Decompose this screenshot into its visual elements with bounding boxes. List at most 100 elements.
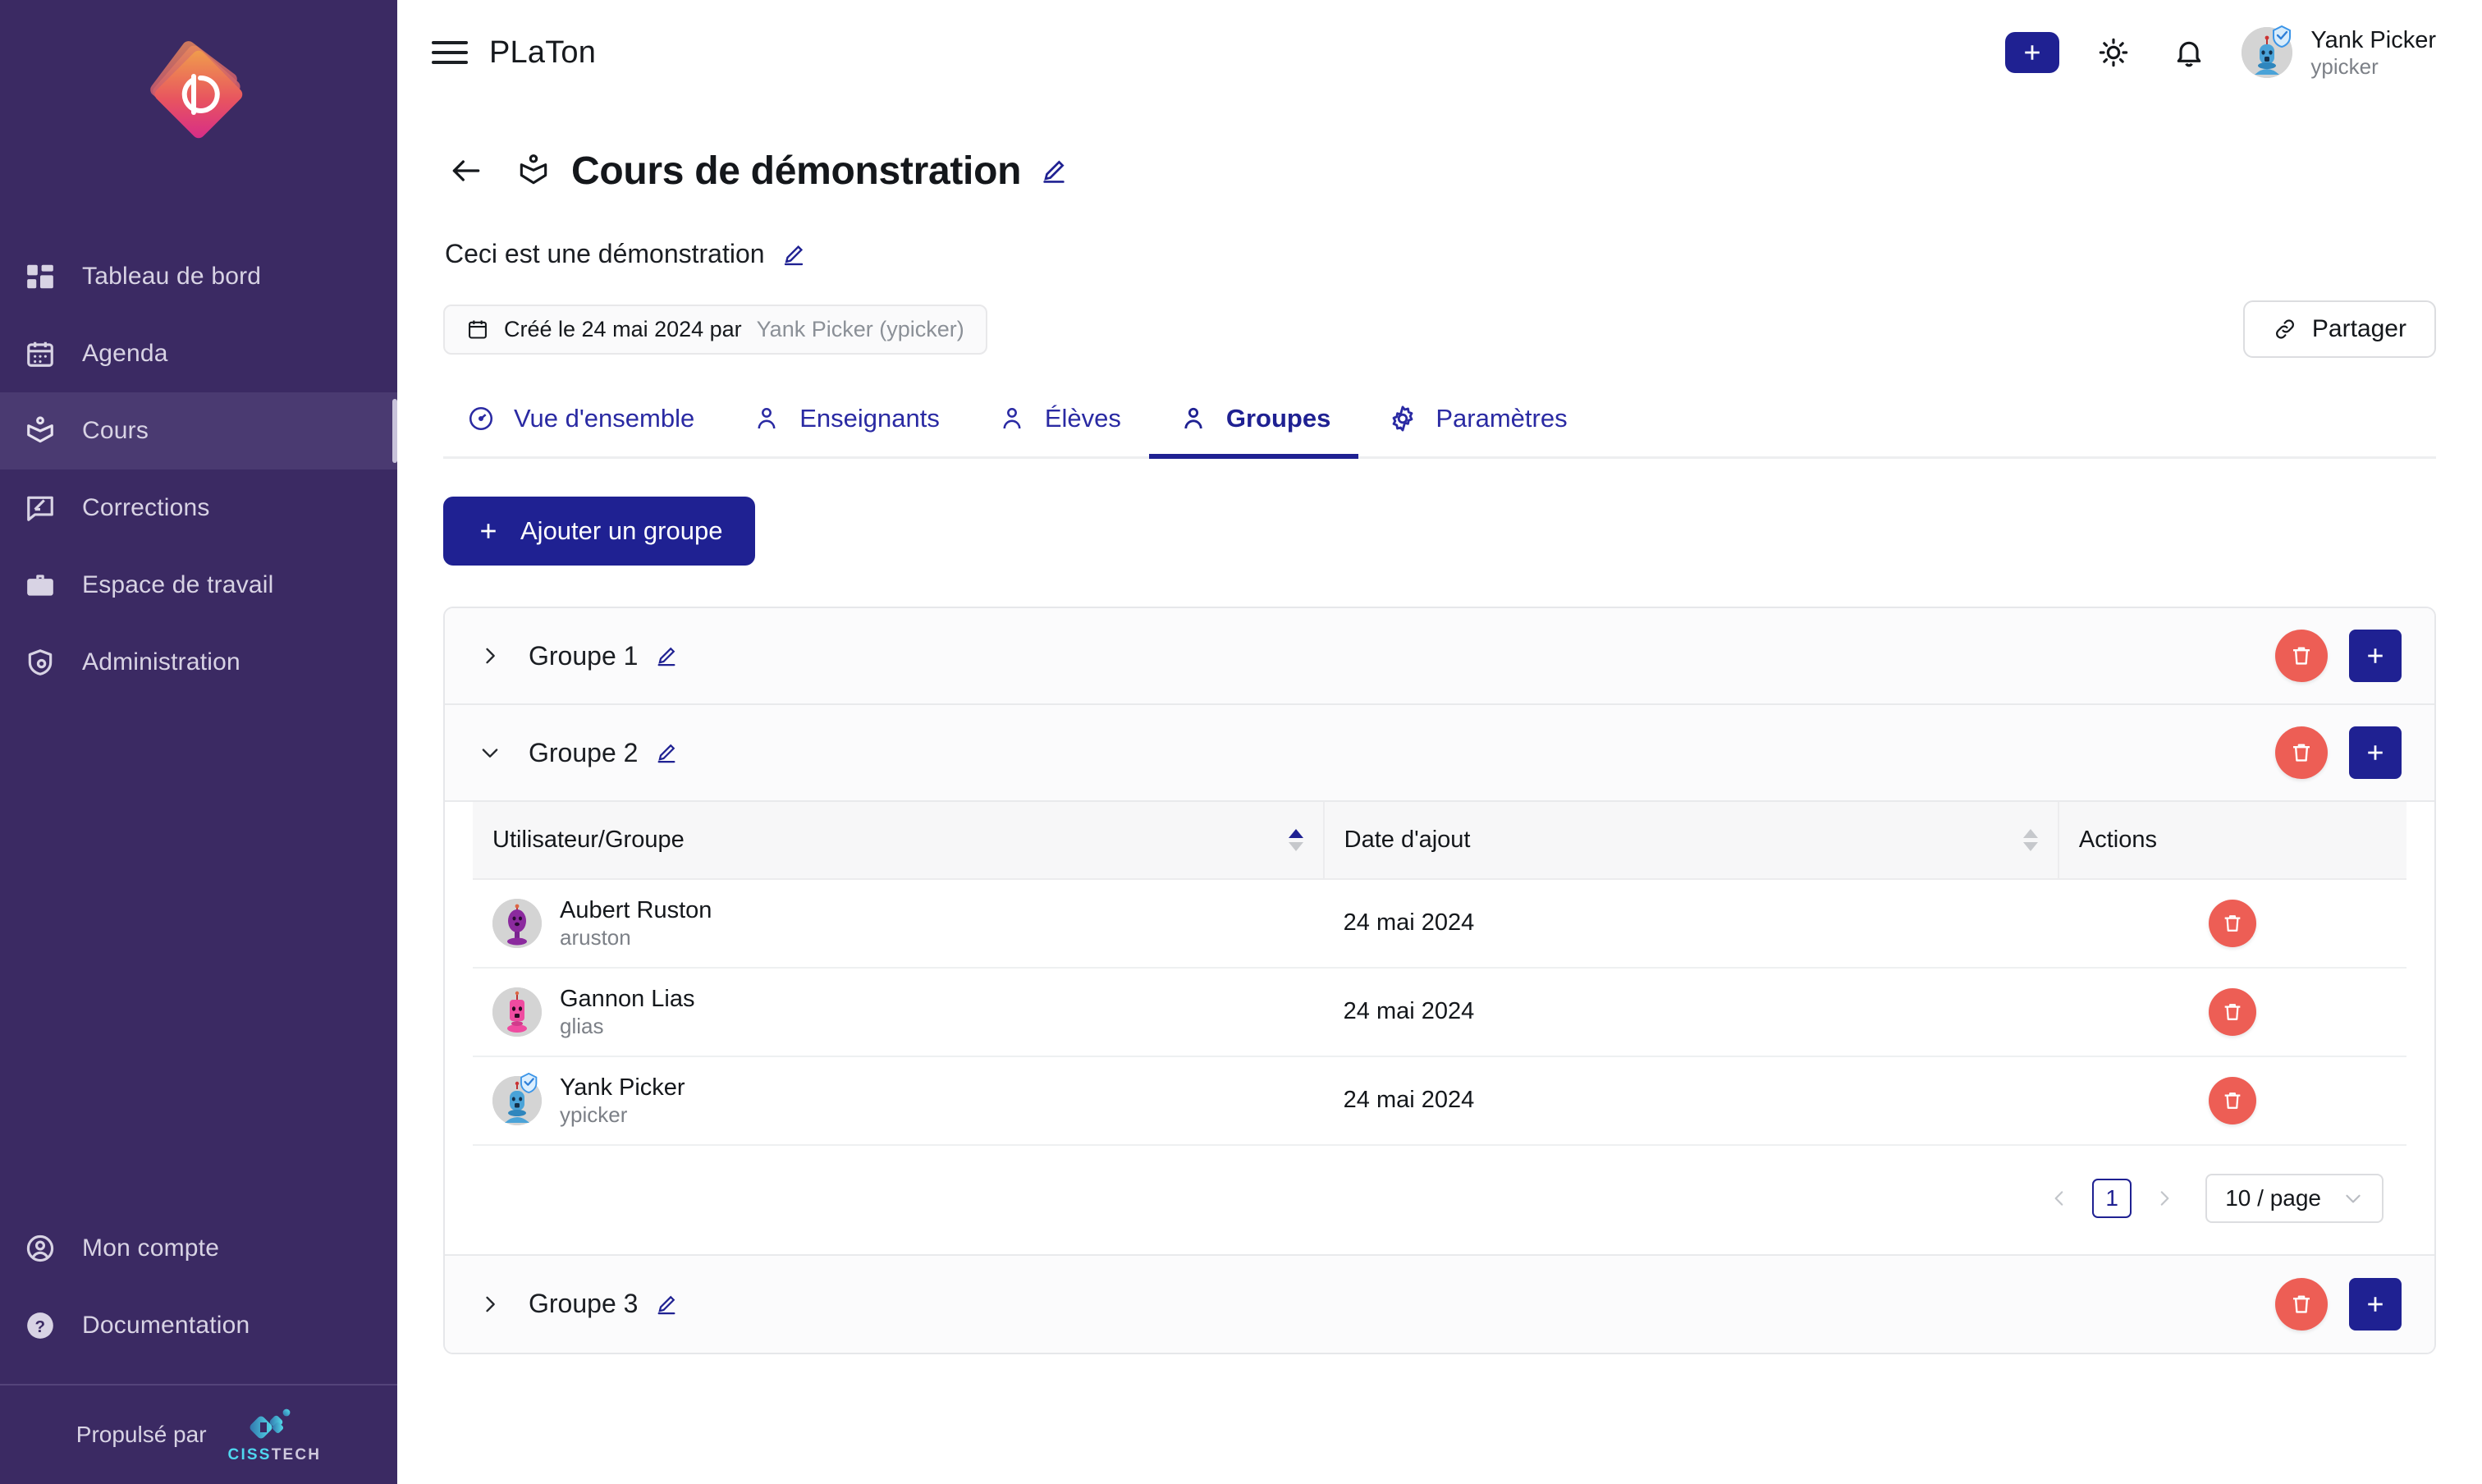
share-button[interactable]: Partager <box>2242 300 2436 358</box>
sort-desc-icon <box>1288 842 1303 851</box>
app-title: PLaTon <box>489 34 597 70</box>
tab-label: Groupes <box>1225 404 1331 433</box>
next-page-button[interactable] <box>2148 1182 2181 1215</box>
tab-groupes[interactable]: Groupes <box>1148 402 1359 459</box>
sidebar-item-documentation[interactable]: ? Documentation <box>0 1287 397 1364</box>
sidebar-item-tableau-de-bord[interactable]: Tableau de bord <box>0 238 397 315</box>
members-table-body: Aubert Ruston aruston 24 mai 2024 Gannon… <box>473 879 2406 1146</box>
sort-toggle-date[interactable] <box>2022 829 2038 851</box>
delete-member-button[interactable] <box>2208 899 2256 947</box>
member-handle: aruston <box>560 924 631 950</box>
hamburger-icon[interactable] <box>432 34 468 71</box>
sidebar-item-label: Documentation <box>82 1312 250 1339</box>
person-icon <box>750 402 783 435</box>
edit-title-button[interactable] <box>1039 156 1069 186</box>
sort-toggle-user[interactable] <box>1288 829 1303 851</box>
powered-by-label: Propulsé par <box>76 1422 207 1447</box>
user-handle: ypicker <box>2310 53 2379 79</box>
delete-member-button[interactable] <box>2208 987 2256 1036</box>
delete-group-button[interactable] <box>2275 726 2328 779</box>
page-number-1[interactable]: 1 <box>2092 1178 2132 1218</box>
person-icon <box>996 402 1028 435</box>
create-button[interactable] <box>2005 32 2060 73</box>
trash-icon <box>2293 744 2310 762</box>
column-header-user[interactable]: Utilisateur/Groupe <box>473 802 1324 880</box>
created-author: Yank Picker (ypicker) <box>756 316 964 341</box>
course-book-icon <box>514 151 553 190</box>
edit-group-button[interactable] <box>654 740 679 765</box>
tab-eleves[interactable]: Élèves <box>968 402 1149 456</box>
prev-page-button[interactable] <box>2043 1182 2076 1215</box>
delete-group-button[interactable] <box>2275 630 2328 682</box>
user-menu[interactable]: Yank Picker ypicker <box>2242 25 2436 80</box>
sort-desc-icon <box>2022 842 2038 851</box>
trash-icon <box>2293 647 2310 665</box>
page-subtitle: Ceci est une démonstration <box>445 239 765 268</box>
group-members-panel: Utilisateur/Groupe Date d'ajout Actions … <box>445 802 2434 1256</box>
member-name: Aubert Ruston <box>560 897 712 923</box>
tab-vue-densemble[interactable]: Vue d'ensemble <box>443 402 722 456</box>
group-header-row[interactable]: Groupe 2 <box>445 705 2434 802</box>
delete-group-button[interactable] <box>2275 1277 2328 1331</box>
trash-icon <box>2224 1092 2241 1109</box>
cisstech-logo[interactable]: CISSTECH <box>228 1405 322 1464</box>
sidebar-item-administration[interactable]: Administration <box>0 624 397 701</box>
sidebar-item-corrections[interactable]: Corrections <box>0 469 397 547</box>
group-actions <box>2275 726 2402 779</box>
page-size-select[interactable]: 10 / page <box>2205 1173 2384 1223</box>
tab-enseignants[interactable]: Enseignants <box>722 402 968 456</box>
add-member-to-group-button[interactable] <box>2349 1277 2402 1331</box>
page-subtitle-row: Ceci est une démonstration <box>445 239 2436 269</box>
course-tabs: Vue d'ensemble Enseignants Élèves Groupe… <box>443 402 2436 459</box>
sidebar-item-label: Espace de travail <box>82 571 274 598</box>
app-logo[interactable] <box>0 0 397 189</box>
table-row: Gannon Lias glias 24 mai 2024 <box>473 967 2406 1057</box>
sidebar-item-agenda[interactable]: Agenda <box>0 315 397 392</box>
member-cell: Aubert Ruston aruston <box>473 879 1324 969</box>
edit-group-button[interactable] <box>654 1292 679 1317</box>
bell-icon <box>2177 41 2201 67</box>
group-actions <box>2275 630 2402 682</box>
top-bar: PLaTon Yank Picker ypicker <box>397 0 2482 105</box>
sidebar-item-label: Tableau de bord <box>82 263 262 290</box>
chevron-right-icon[interactable] <box>476 642 504 670</box>
edit-group-button[interactable] <box>654 644 679 668</box>
group-name: Groupe 2 <box>529 737 639 767</box>
comment-edit-icon <box>23 491 57 525</box>
sidebar-item-label: Cours <box>82 417 149 444</box>
members-table-head: Utilisateur/Groupe Date d'ajout Actions <box>473 802 2406 880</box>
chevron-down-icon[interactable] <box>476 739 504 767</box>
plus-icon <box>481 524 496 538</box>
back-button[interactable] <box>443 148 489 194</box>
group-header-row[interactable]: Groupe 1 <box>445 608 2434 705</box>
person-icon <box>1177 402 1210 435</box>
member-actions <box>2058 879 2406 969</box>
column-label: Utilisateur/Groupe <box>492 827 685 853</box>
member-date: 24 mai 2024 <box>1323 879 2058 969</box>
theme-toggle-button[interactable] <box>2090 30 2136 76</box>
add-group-button[interactable]: Ajouter un groupe <box>443 497 756 566</box>
add-group-label: Ajouter un groupe <box>520 516 723 545</box>
avatar <box>492 1072 542 1125</box>
group-header-row[interactable]: Groupe 3 <box>445 1255 2434 1353</box>
created-text: Créé le 24 mai 2024 par <box>504 316 742 341</box>
tab-parametres[interactable]: Paramètres <box>1358 402 1595 456</box>
column-header-date[interactable]: Date d'ajout <box>1322 802 2058 880</box>
notifications-button[interactable] <box>2166 30 2212 76</box>
member-handle: ypicker <box>560 1102 628 1127</box>
member-name: Yank Picker <box>560 1074 685 1101</box>
member-cell: Gannon Lias glias <box>473 967 1324 1057</box>
add-member-to-group-button[interactable] <box>2349 726 2402 779</box>
avatar <box>2242 25 2293 78</box>
table-row: Aubert Ruston aruston 24 mai 2024 <box>473 879 2406 969</box>
sidebar-item-mon-compte[interactable]: Mon compte <box>0 1210 397 1287</box>
sidebar-item-espace-de-travail[interactable]: Espace de travail <box>0 547 397 624</box>
add-member-to-group-button[interactable] <box>2349 630 2402 682</box>
edit-subtitle-button[interactable] <box>781 242 806 267</box>
delete-member-button[interactable] <box>2208 1076 2256 1124</box>
chevron-right-icon[interactable] <box>476 1290 504 1318</box>
group-name: Groupe 1 <box>529 640 639 671</box>
sidebar-item-cours[interactable]: Cours <box>0 392 397 469</box>
plus-icon <box>2368 745 2383 760</box>
